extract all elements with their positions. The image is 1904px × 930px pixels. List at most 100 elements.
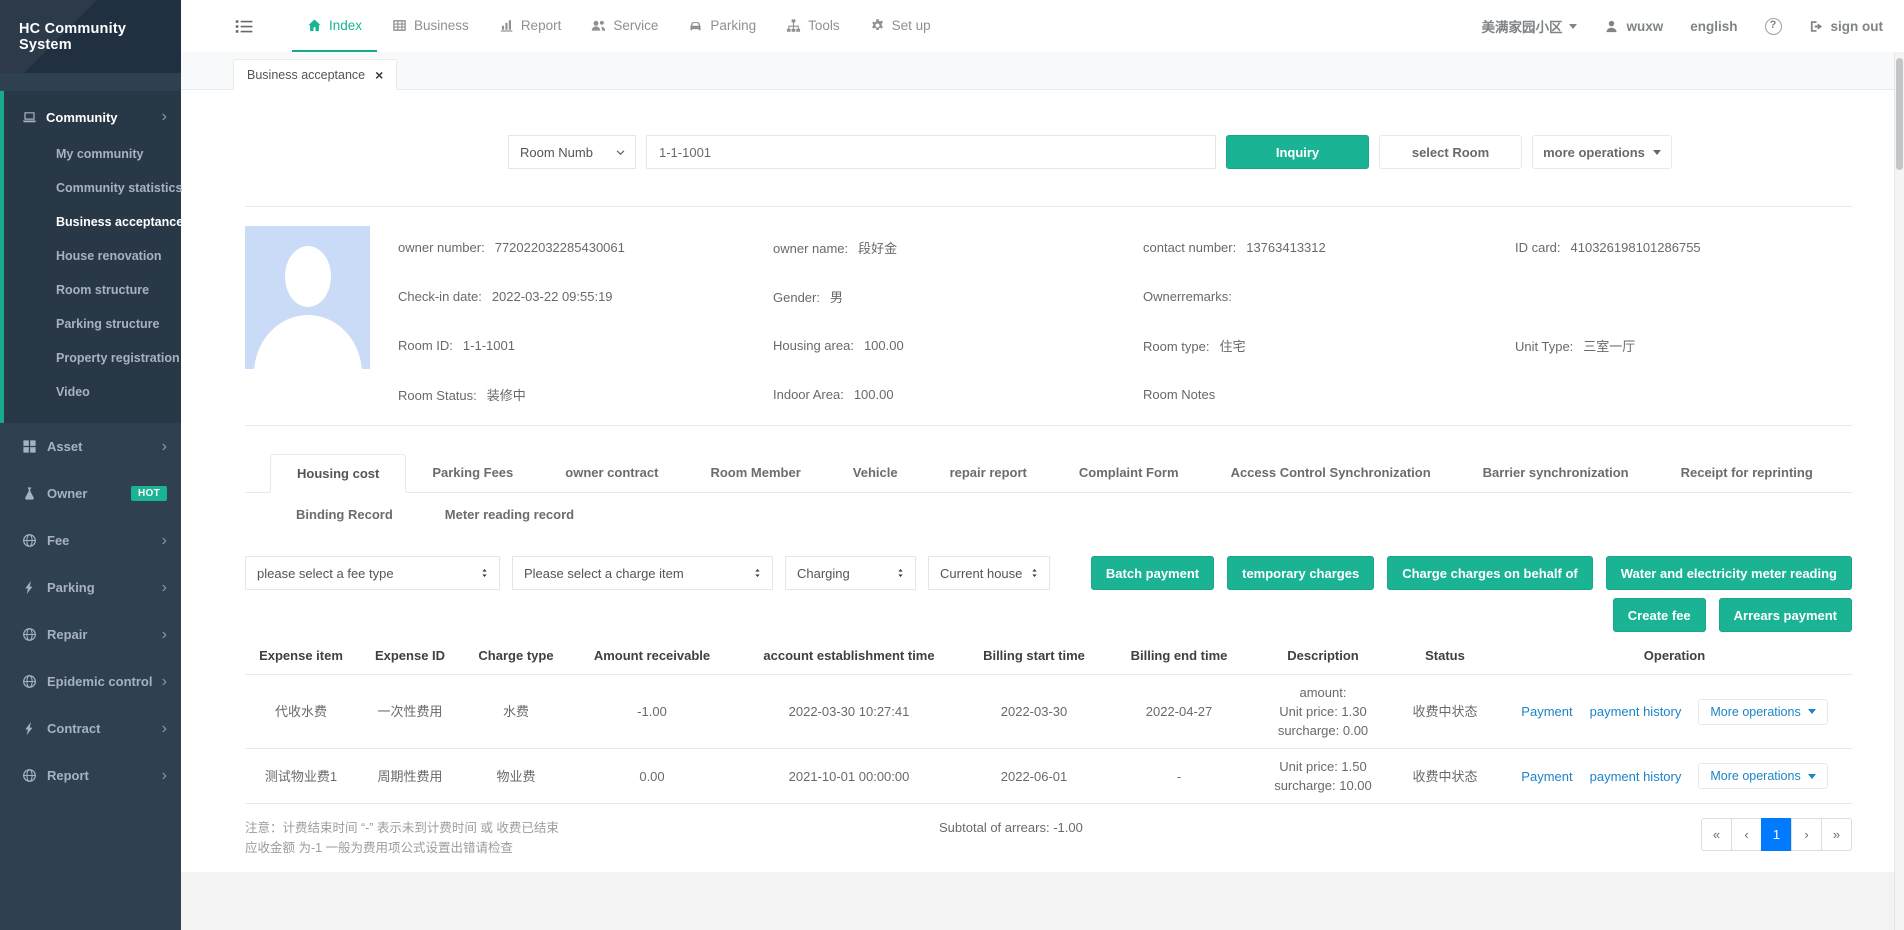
- sidebar-section-community: Community › My communityCommunity statis…: [0, 91, 181, 423]
- chevron-down-icon: [615, 147, 626, 158]
- column-header-amount-receivable: Amount receivable: [569, 641, 735, 675]
- select-room-button[interactable]: select Room: [1379, 135, 1522, 169]
- help-icon[interactable]: ?: [1765, 18, 1782, 35]
- community-selector[interactable]: 美满家园小区: [1481, 16, 1577, 36]
- workspace-tab[interactable]: Business acceptance ×: [233, 59, 397, 90]
- nav-item-business[interactable]: Business: [377, 0, 484, 52]
- owner-field-room-notes: Room Notes: [1143, 387, 1515, 402]
- detail-tabs-row2: Binding RecordMeter reading record: [245, 493, 1852, 535]
- scrollbar[interactable]: [1894, 52, 1904, 930]
- table-cell: 周期性费用: [357, 749, 463, 804]
- chevron-right-icon: ›: [162, 533, 167, 549]
- owner-avatar: [245, 226, 370, 369]
- menu-toggle-icon[interactable]: [234, 17, 253, 36]
- sidebar-item-label: Parking: [47, 580, 95, 595]
- tab-binding-record[interactable]: Binding Record: [270, 507, 419, 522]
- tab-room-member[interactable]: Room Member: [684, 454, 826, 492]
- tab-receipt-for-reprinting[interactable]: Receipt for reprinting: [1655, 454, 1839, 492]
- tab-meter-reading-record[interactable]: Meter reading record: [419, 507, 600, 522]
- batch-payment-button[interactable]: Batch payment: [1091, 556, 1214, 590]
- sign-out-button[interactable]: sign out: [1809, 19, 1884, 34]
- room-number-input[interactable]: [646, 135, 1216, 169]
- flask-icon: [22, 486, 37, 501]
- tab-barrier-synchronization[interactable]: Barrier synchronization: [1457, 454, 1655, 492]
- nav-item-label: Report: [521, 18, 562, 33]
- nav-item-set-up[interactable]: Set up: [855, 0, 946, 52]
- language-switch[interactable]: english: [1690, 19, 1737, 34]
- sidebar-item-asset[interactable]: Asset›: [0, 423, 181, 470]
- description-line: surcharge: 0.00: [1257, 721, 1389, 740]
- sidebar-item-repair[interactable]: Repair›: [0, 611, 181, 658]
- temporary-charges-button[interactable]: temporary charges: [1227, 556, 1374, 590]
- field-value: 三室一厅: [1583, 339, 1635, 354]
- sidebar-item-contract[interactable]: Contract›: [0, 705, 181, 752]
- page-1[interactable]: 1: [1761, 818, 1792, 851]
- last-page[interactable]: »: [1821, 818, 1852, 851]
- tab-access-control-synchronization[interactable]: Access Control Synchronization: [1205, 454, 1457, 492]
- content-panel: Room Numb Inquiry select Room more opera…: [181, 90, 1904, 872]
- arrears-payment-button[interactable]: Arrears payment: [1719, 598, 1852, 632]
- table-footer: 注意：计费结束时间 “-” 表示未到计费时间 或 收费已结束 应收金额 为-1 …: [245, 818, 1852, 858]
- payment-link[interactable]: Payment: [1521, 767, 1572, 786]
- payment-history-link[interactable]: payment history: [1590, 767, 1682, 786]
- divider: [245, 425, 1852, 426]
- tab-complaint-form[interactable]: Complaint Form: [1053, 454, 1205, 492]
- field-label: ID card:: [1515, 240, 1561, 255]
- sidebar-item-epidemic-control[interactable]: Epidemic control›: [0, 658, 181, 705]
- sidebar-item-owner[interactable]: OwnerHOT: [0, 470, 181, 517]
- filter-select-current-house[interactable]: Current house: [928, 556, 1050, 590]
- tab-vehicle[interactable]: Vehicle: [827, 454, 924, 492]
- description-line: amount:: [1257, 683, 1389, 702]
- filter-select-charging[interactable]: Charging: [785, 556, 916, 590]
- inquiry-button[interactable]: Inquiry: [1226, 135, 1369, 169]
- filter-select-please-select-a-charge-item[interactable]: Please select a charge item: [512, 556, 773, 590]
- description-line: Unit price: 1.50: [1257, 757, 1389, 776]
- sidebar-item-room-structure[interactable]: Room structure: [4, 273, 181, 307]
- next-page[interactable]: ›: [1791, 818, 1822, 851]
- sidebar-item-community[interactable]: Community ›: [4, 104, 181, 130]
- nav-item-service[interactable]: Service: [576, 0, 673, 52]
- more-operations-dropdown[interactable]: More operations: [1698, 763, 1827, 789]
- tab-housing-cost[interactable]: Housing cost: [270, 454, 406, 493]
- tab-parking-fees[interactable]: Parking Fees: [406, 454, 539, 492]
- more-operations-dropdown[interactable]: More operations: [1698, 699, 1827, 725]
- sidebar-item-fee[interactable]: Fee›: [0, 517, 181, 564]
- tab-owner-contract[interactable]: owner contract: [539, 454, 684, 492]
- sidebar-item-video[interactable]: Video: [4, 375, 181, 409]
- charge-charges-on-behalf-of-button[interactable]: Charge charges on behalf of: [1387, 556, 1593, 590]
- sidebar-item-community-statistics[interactable]: Community statistics: [4, 171, 181, 205]
- detail-tabs-row1: Housing costParking Feesowner contractRo…: [245, 454, 1852, 493]
- first-page[interactable]: «: [1701, 818, 1732, 851]
- filter-select-please-select-a-fee-type[interactable]: please select a fee type: [245, 556, 500, 590]
- laptop-icon: [22, 110, 37, 125]
- avatar-silhouette-head: [285, 246, 331, 307]
- table-cell: -1.00: [569, 675, 735, 749]
- payment-link[interactable]: Payment: [1521, 702, 1572, 721]
- status-cell: 收费中状态: [1393, 675, 1497, 749]
- sidebar-item-property-registration[interactable]: Property registration: [4, 341, 181, 375]
- create-fee-button[interactable]: Create fee: [1613, 598, 1706, 632]
- globe-icon: [22, 627, 37, 642]
- nav-item-parking[interactable]: Parking: [673, 0, 771, 52]
- nav-item-tools[interactable]: Tools: [771, 0, 855, 52]
- filter-value: Charging: [797, 566, 889, 581]
- more-operations-dropdown[interactable]: more operations: [1532, 135, 1672, 169]
- payment-history-link[interactable]: payment history: [1590, 702, 1682, 721]
- search-field-select[interactable]: Room Numb: [508, 135, 636, 169]
- user-menu[interactable]: wuxw: [1604, 19, 1663, 34]
- sidebar-item-report[interactable]: Report›: [0, 752, 181, 799]
- owner-field-contact-number: contact number:13763413312: [1143, 240, 1515, 255]
- tab-repair-report[interactable]: repair report: [924, 454, 1053, 492]
- water-and-electricity-meter-reading-button[interactable]: Water and electricity meter reading: [1606, 556, 1852, 590]
- nav-item-report[interactable]: Report: [484, 0, 577, 52]
- tab-close-icon[interactable]: ×: [375, 68, 383, 82]
- nav-item-index[interactable]: Index: [292, 0, 377, 52]
- sidebar-item-parking[interactable]: Parking›: [0, 564, 181, 611]
- sidebar-item-business-acceptance[interactable]: Business acceptance: [4, 205, 181, 239]
- sidebar-item-house-renovation[interactable]: House renovation: [4, 239, 181, 273]
- previous-page[interactable]: ‹: [1731, 818, 1762, 851]
- sidebar-item-parking-structure[interactable]: Parking structure: [4, 307, 181, 341]
- scrollbar-thumb[interactable]: [1896, 58, 1903, 170]
- field-label: Gender:: [773, 290, 820, 305]
- sidebar-item-my-community[interactable]: My community: [4, 137, 181, 171]
